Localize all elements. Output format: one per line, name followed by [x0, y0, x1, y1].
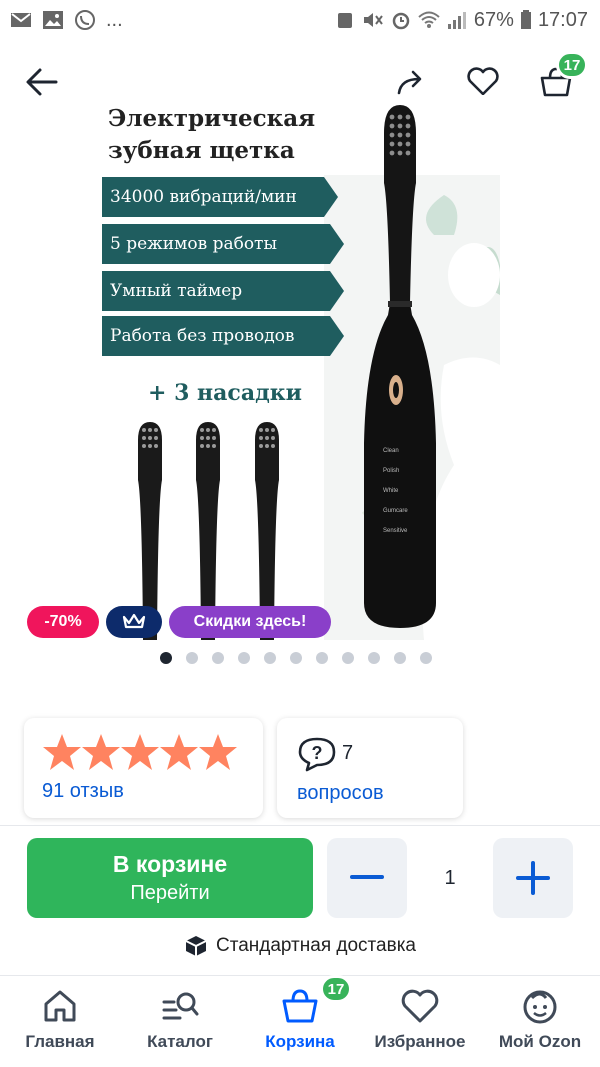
- questions-count: 7: [342, 742, 354, 764]
- battery-percent: 67%: [473, 8, 514, 31]
- questions-link[interactable]: вопросов: [297, 782, 384, 805]
- brush-mode-labels: Clean Polish White Gumcare Sensitive: [383, 441, 408, 541]
- tab-favorites-label: Избранное: [374, 1032, 466, 1051]
- tab-home[interactable]: Главная: [5, 986, 115, 1052]
- brush-mode: Sensitive: [383, 528, 408, 534]
- tab-profile-label: Мой Ozon: [498, 1032, 582, 1051]
- gallery-dot[interactable]: [264, 652, 276, 664]
- quantity-value[interactable]: 1: [407, 838, 493, 918]
- mail-icon: [11, 13, 31, 27]
- brush-mode: Polish: [383, 468, 400, 474]
- home-icon: [44, 990, 76, 1022]
- plus-icon: [516, 861, 550, 895]
- gallery-dot[interactable]: [186, 652, 198, 664]
- tab-catalog[interactable]: Каталог: [125, 986, 235, 1052]
- reviews-link[interactable]: 91 отзыв: [42, 780, 124, 803]
- crown-icon: [122, 613, 146, 629]
- gallery-dot-active[interactable]: [160, 652, 172, 664]
- profile-face-icon: [523, 990, 557, 1024]
- mute-icon: [363, 13, 383, 27]
- catalog-search-icon: [162, 992, 199, 1020]
- gallery-dot[interactable]: [368, 652, 380, 664]
- question-bubble-icon: ?: [298, 737, 336, 772]
- tab-home-label: Главная: [25, 1032, 95, 1051]
- brush-mode: White: [383, 488, 399, 494]
- rating-card[interactable]: 91 отзыв: [24, 718, 263, 818]
- in-cart-title: В корзине: [112, 851, 228, 877]
- star-icon: [121, 734, 159, 770]
- questions-card[interactable]: ? 7 вопросов: [277, 718, 463, 818]
- arrow-left-icon: [26, 68, 58, 96]
- product-image-title: Электрическая зубная щетка: [108, 105, 316, 164]
- gallery-dot[interactable]: [316, 652, 328, 664]
- back-button[interactable]: [22, 62, 62, 102]
- tab-catalog-label: Каталог: [147, 1032, 213, 1051]
- viber-icon: [75, 10, 95, 30]
- cart-count-badge: 17: [556, 51, 588, 79]
- premium-badge[interactable]: [106, 606, 162, 638]
- tab-cart-label: Корзина: [265, 1032, 335, 1051]
- heart-icon: [401, 989, 439, 1023]
- tab-profile[interactable]: Мой Ozon: [485, 986, 595, 1052]
- tab-favorites[interactable]: Избранное: [365, 986, 475, 1052]
- share-icon: [397, 70, 422, 95]
- status-bar: ... 67% 17:07: [0, 0, 600, 40]
- decrease-quantity-button[interactable]: [327, 838, 407, 918]
- gallery-pagination: [160, 652, 432, 664]
- discount-badge: -70%: [27, 606, 99, 638]
- tab-cart-badge: 17: [320, 975, 352, 1003]
- brush-mode: Gumcare: [383, 508, 408, 514]
- brush-mode: Clean: [383, 448, 399, 454]
- clock: 17:07: [537, 8, 588, 31]
- minus-icon: [350, 875, 384, 879]
- gallery-dot[interactable]: [290, 652, 302, 664]
- gallery-dot[interactable]: [238, 652, 250, 664]
- delivery-label: Стандартная доставка: [215, 935, 416, 956]
- purchase-panel: В корзине Перейти 1 Стандартная доставка: [0, 825, 600, 976]
- signal-icon: [447, 12, 466, 29]
- gallery-dot[interactable]: [342, 652, 354, 664]
- gallery-dot[interactable]: [394, 652, 406, 664]
- status-more: ...: [106, 8, 123, 31]
- cart-icon: [282, 989, 318, 1023]
- box-icon: [185, 936, 207, 956]
- sale-link[interactable]: Скидки здесь!: [169, 606, 331, 638]
- in-cart-button[interactable]: В корзине Перейти: [27, 838, 313, 918]
- feature-badge: Умный таймер: [102, 271, 344, 311]
- feature-badge: 5 режимов работы: [102, 224, 344, 264]
- star-icon: [199, 734, 237, 770]
- star-icon: [43, 734, 81, 770]
- wifi-icon: [418, 11, 440, 28]
- in-cart-subtitle: Перейти: [130, 882, 210, 904]
- toothbrush-illustration: [364, 105, 436, 628]
- nozzles-label: + 3 насадки: [148, 380, 302, 406]
- image-icon: [43, 11, 63, 29]
- product-image[interactable]: Электрическая зубная щетка 34000 вибраци…: [100, 95, 500, 640]
- feature-badge: Работа без проводов: [102, 316, 344, 356]
- heart-icon: [467, 67, 499, 96]
- gallery-dot[interactable]: [212, 652, 224, 664]
- star-icon: [160, 734, 198, 770]
- android-icon: [337, 13, 352, 28]
- battery-icon: [520, 10, 531, 29]
- delivery-info[interactable]: Стандартная доставка: [0, 934, 600, 958]
- gallery-dot[interactable]: [420, 652, 432, 664]
- alarm-icon: [392, 12, 410, 30]
- bottom-tab-bar: Главная Каталог Корзина 17 Избранное Мой…: [0, 975, 600, 1067]
- rating-stars: [43, 734, 237, 770]
- svg-text:?: ?: [312, 743, 323, 763]
- increase-quantity-button[interactable]: [493, 838, 573, 918]
- feature-badge: 34000 вибраций/мин: [102, 177, 338, 217]
- star-icon: [82, 734, 120, 770]
